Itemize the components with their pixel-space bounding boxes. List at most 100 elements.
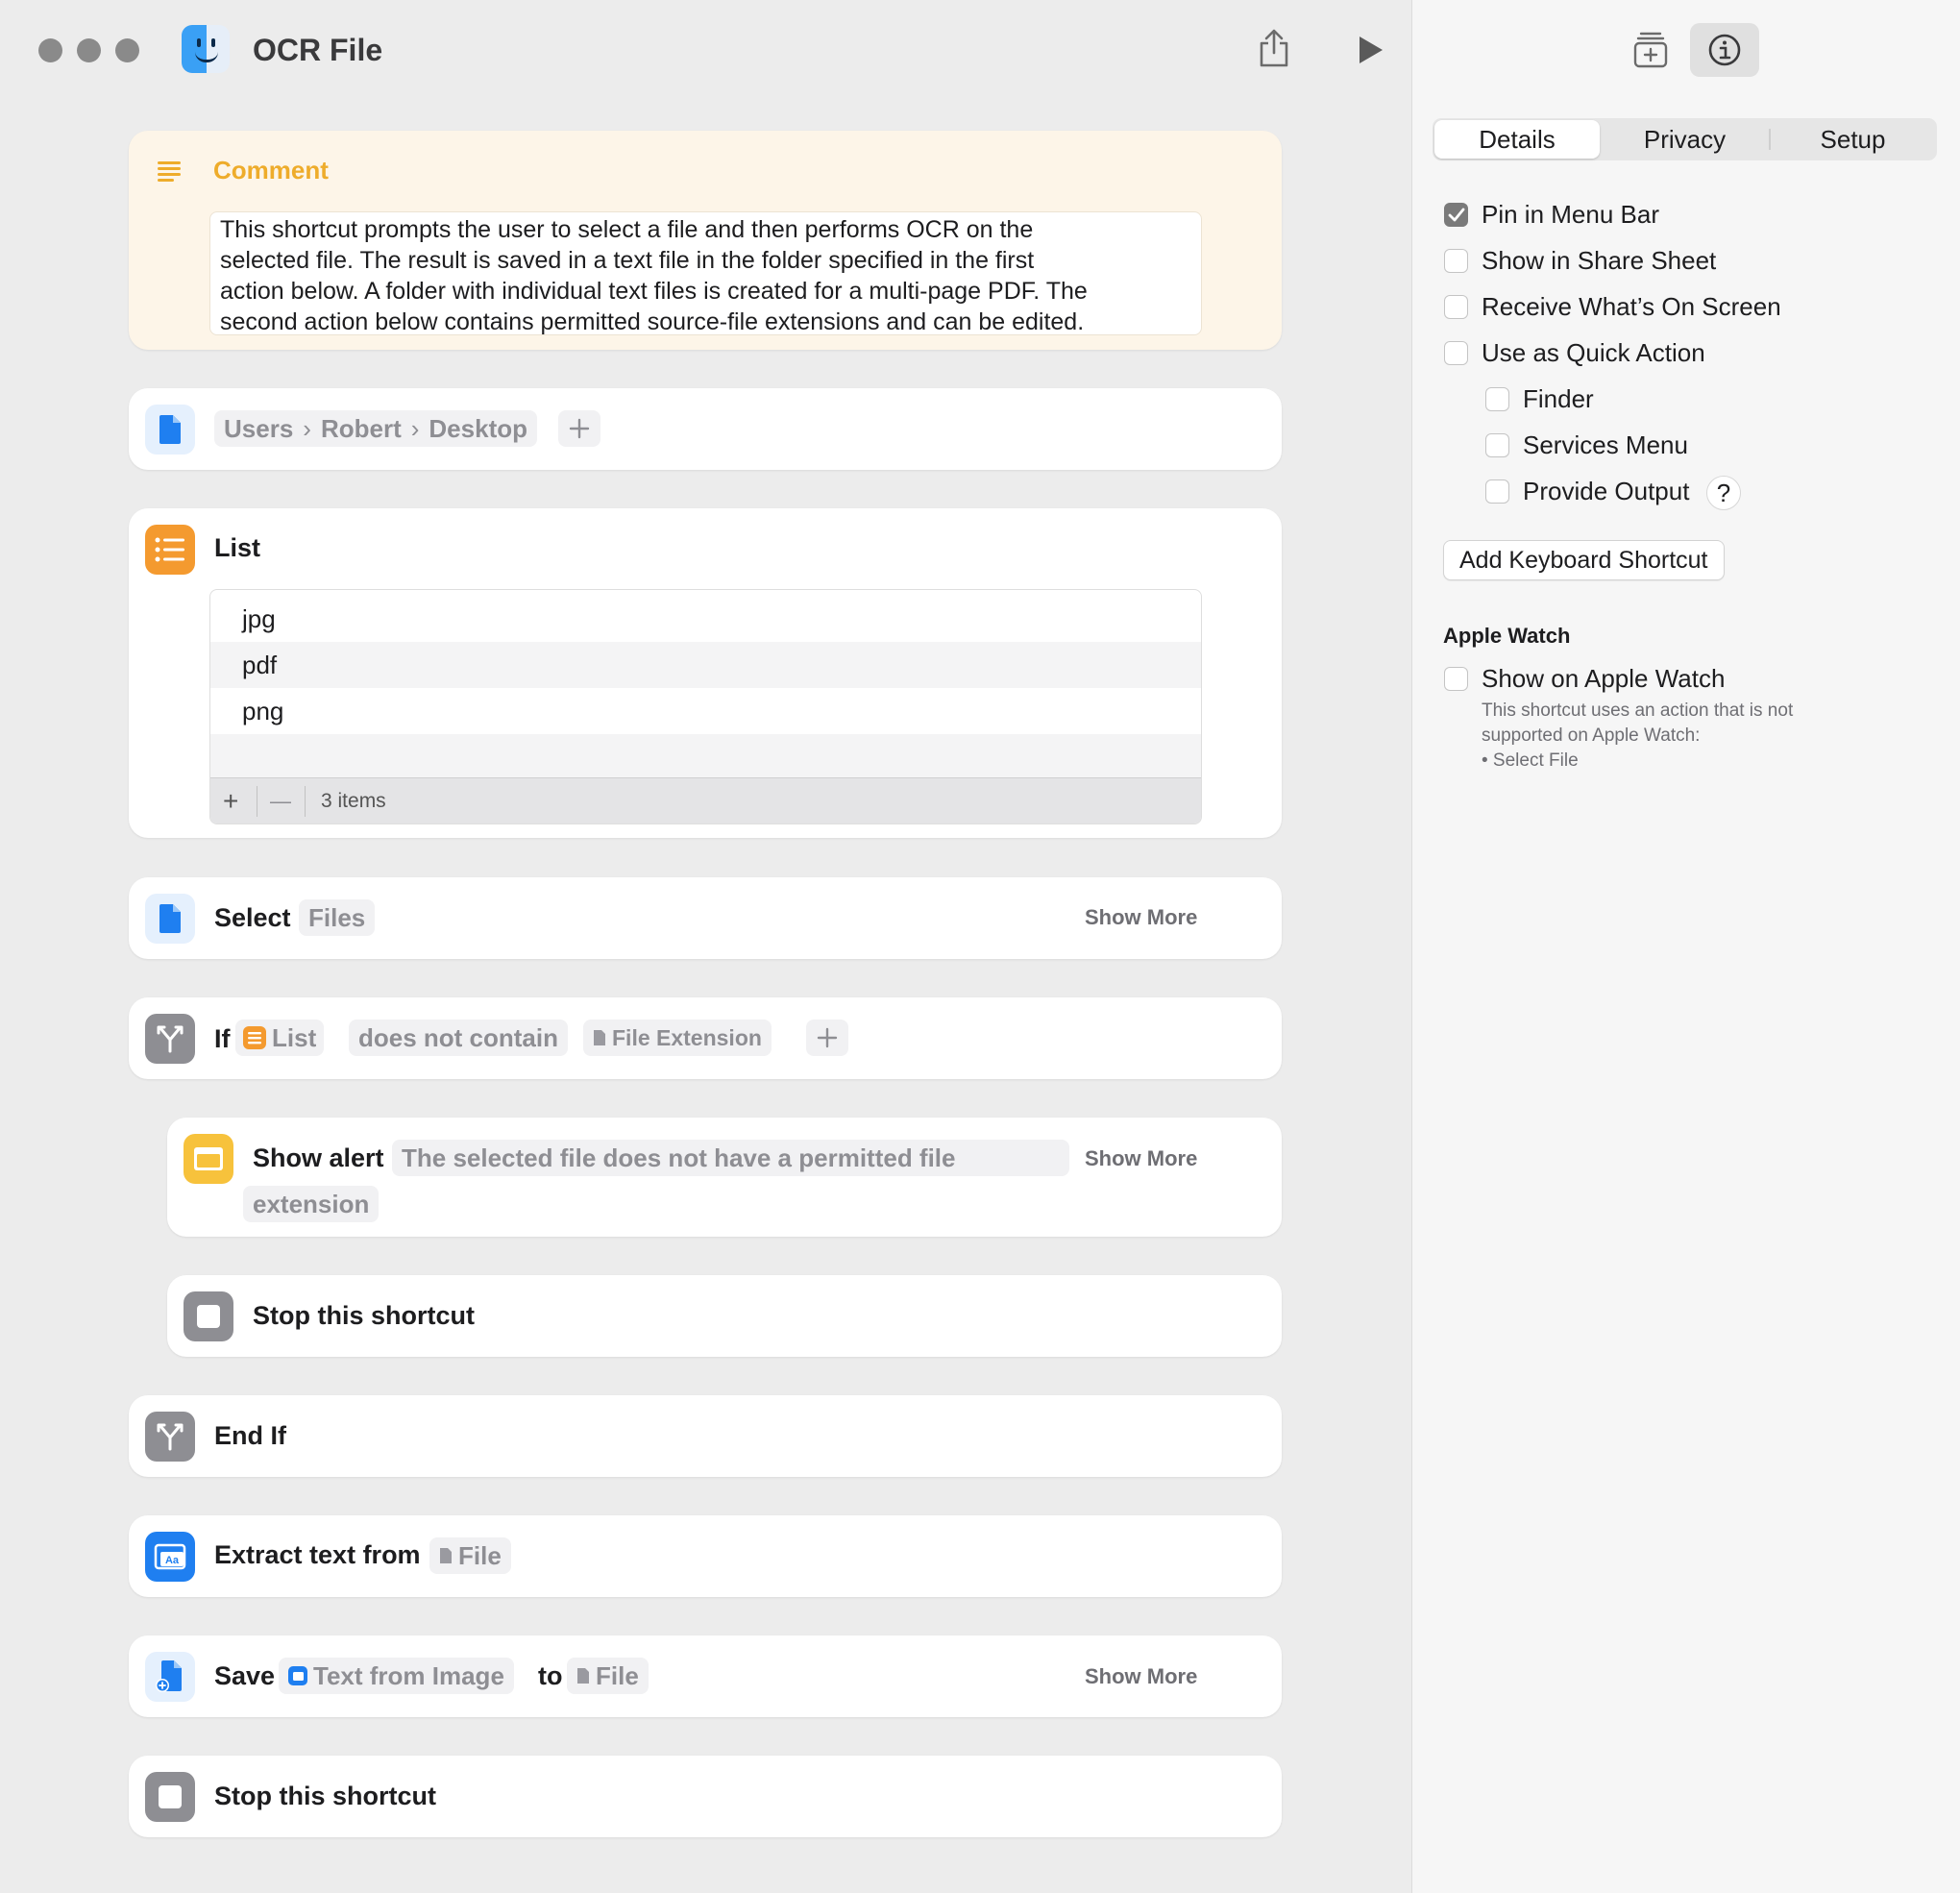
comment-line: This shortcut prompts the user to select… [220,216,1034,243]
show-more-button[interactable]: Show More [1085,1146,1197,1171]
comment-text-field[interactable]: This shortcut prompts the user to select… [209,211,1202,335]
services-menu-checkbox[interactable]: Services Menu [1485,430,1688,460]
save-to-label: to [538,1661,563,1690]
checkbox-label: Show on Apple Watch [1482,664,1726,693]
alert-message-token[interactable]: The selected file does not have a permit… [392,1140,1069,1176]
window-title: OCR File [253,33,383,67]
list-footer: + — 3 items [210,777,1201,824]
destination-file-label: File [596,1661,639,1690]
item-count: 3 items [321,790,386,812]
details-inspector-button[interactable] [1690,23,1759,77]
list-item[interactable]: png [210,688,1201,734]
checkbox-label: Services Menu [1523,430,1688,459]
checkbox-box[interactable] [1444,249,1468,273]
checkbox-box[interactable] [1444,341,1468,365]
file-input-label: File [458,1541,502,1570]
tab-setup[interactable]: Setup [1771,118,1935,160]
checkbox-box[interactable] [1444,667,1468,691]
comment-heading: Comment [213,156,329,184]
quick-action-checkbox[interactable]: Use as Quick Action [1444,338,1705,368]
tab-details[interactable]: Details [1434,120,1600,159]
select-label: Select [214,903,291,932]
apple-watch-heading: Apple Watch [1443,624,1571,648]
tab-privacy[interactable]: Privacy [1601,118,1769,160]
save-document-icon [156,1660,182,1692]
add-item-button[interactable]: + [223,778,238,824]
library-add-icon [1633,32,1668,68]
checkbox-label: Show in Share Sheet [1482,246,1717,275]
file-extension-token[interactable]: File Extension [583,1020,772,1056]
show-more-button[interactable]: Show More [1085,1664,1197,1689]
watch-note-line: • Select File [1482,750,1579,771]
show-more-button[interactable]: Show More [1085,905,1197,930]
run-button[interactable] [1349,29,1391,71]
list-icon [243,1026,266,1049]
add-path-button[interactable] [558,410,600,447]
text-from-image-token[interactable]: Text from Image [279,1658,514,1694]
checkbox-label: Pin in Menu Bar [1482,200,1659,229]
alert-message-token-cont[interactable]: extension [243,1186,380,1222]
checkbox-box[interactable] [1444,295,1468,319]
plus-icon [817,1027,838,1048]
pin-in-menu-bar-checkbox[interactable]: Pin in Menu Bar [1444,200,1659,230]
branch-icon [157,1423,184,1451]
checkbox-checked-icon[interactable] [1444,203,1468,227]
document-icon [159,415,181,444]
add-keyboard-shortcut-button[interactable]: Add Keyboard Shortcut [1443,540,1725,580]
save-label: Save [214,1661,276,1690]
checkbox-label: Provide Output [1523,477,1690,505]
show-in-share-sheet-checkbox[interactable]: Show in Share Sheet [1444,246,1716,276]
minimize-window-button[interactable] [77,38,101,62]
finder-checkbox[interactable]: Finder [1485,384,1594,414]
if-action-icon [145,1014,195,1064]
info-icon [1708,34,1741,66]
svg-text:Aa: Aa [165,1555,180,1566]
file-action-icon [145,405,195,455]
end-if-action[interactable] [129,1395,1282,1477]
files-token[interactable]: Files [299,899,376,936]
branch-icon [157,1025,184,1053]
path-segment-robert: Robert [320,414,402,443]
zoom-window-button[interactable] [115,38,139,62]
save-file-icon [145,1652,195,1702]
stop-icon [197,1305,220,1328]
path-segment-desktop: Desktop [429,414,527,443]
condition-token[interactable]: does not contain [349,1020,568,1056]
text-recognition-icon: Aa [154,1543,186,1570]
select-file-icon [145,894,195,944]
show-on-apple-watch-checkbox[interactable]: Show on Apple Watch [1444,664,1725,694]
details-sidebar [1411,0,1960,1893]
list-item[interactable]: pdf [210,642,1201,688]
add-condition-button[interactable] [806,1020,848,1056]
shortcuts-window: OCR File Comment This shortcut prompts t… [0,0,1960,1893]
share-icon [1260,29,1288,67]
list-empty-row[interactable] [210,734,1201,779]
checkmark-icon [1448,208,1464,221]
destination-file-token[interactable]: File [567,1658,649,1694]
comment-line: selected file. The result is saved in a … [220,247,1035,274]
list-action-label: List [214,533,261,562]
path-separator-icon: › [410,414,420,443]
alert-action-icon [184,1134,233,1184]
list-action-icon [145,525,195,575]
checkbox-box[interactable] [1485,387,1509,411]
checkbox-box[interactable] [1485,433,1509,457]
checkbox-label: Finder [1523,384,1594,413]
list-item[interactable]: jpg [210,596,1201,642]
provide-output-checkbox[interactable]: Provide Output [1485,477,1689,506]
action-library-button[interactable] [1629,29,1672,71]
stop-label: Stop this shortcut [214,1782,436,1810]
receive-on-screen-checkbox[interactable]: Receive What’s On Screen [1444,292,1781,322]
finder-app-icon[interactable] [182,25,230,73]
checkbox-box[interactable] [1485,479,1509,504]
close-window-button[interactable] [38,38,62,62]
folder-path-token[interactable]: Users › Robert › Desktop [214,410,537,447]
share-button[interactable] [1253,25,1295,71]
stop-action-icon [184,1291,233,1341]
document-icon [159,904,181,933]
remove-item-button[interactable]: — [270,778,291,824]
end-if-label: End If [214,1421,286,1450]
file-input-token[interactable]: File [429,1537,511,1574]
list-variable-token[interactable]: List [235,1020,325,1056]
help-button[interactable]: ? [1706,476,1741,510]
